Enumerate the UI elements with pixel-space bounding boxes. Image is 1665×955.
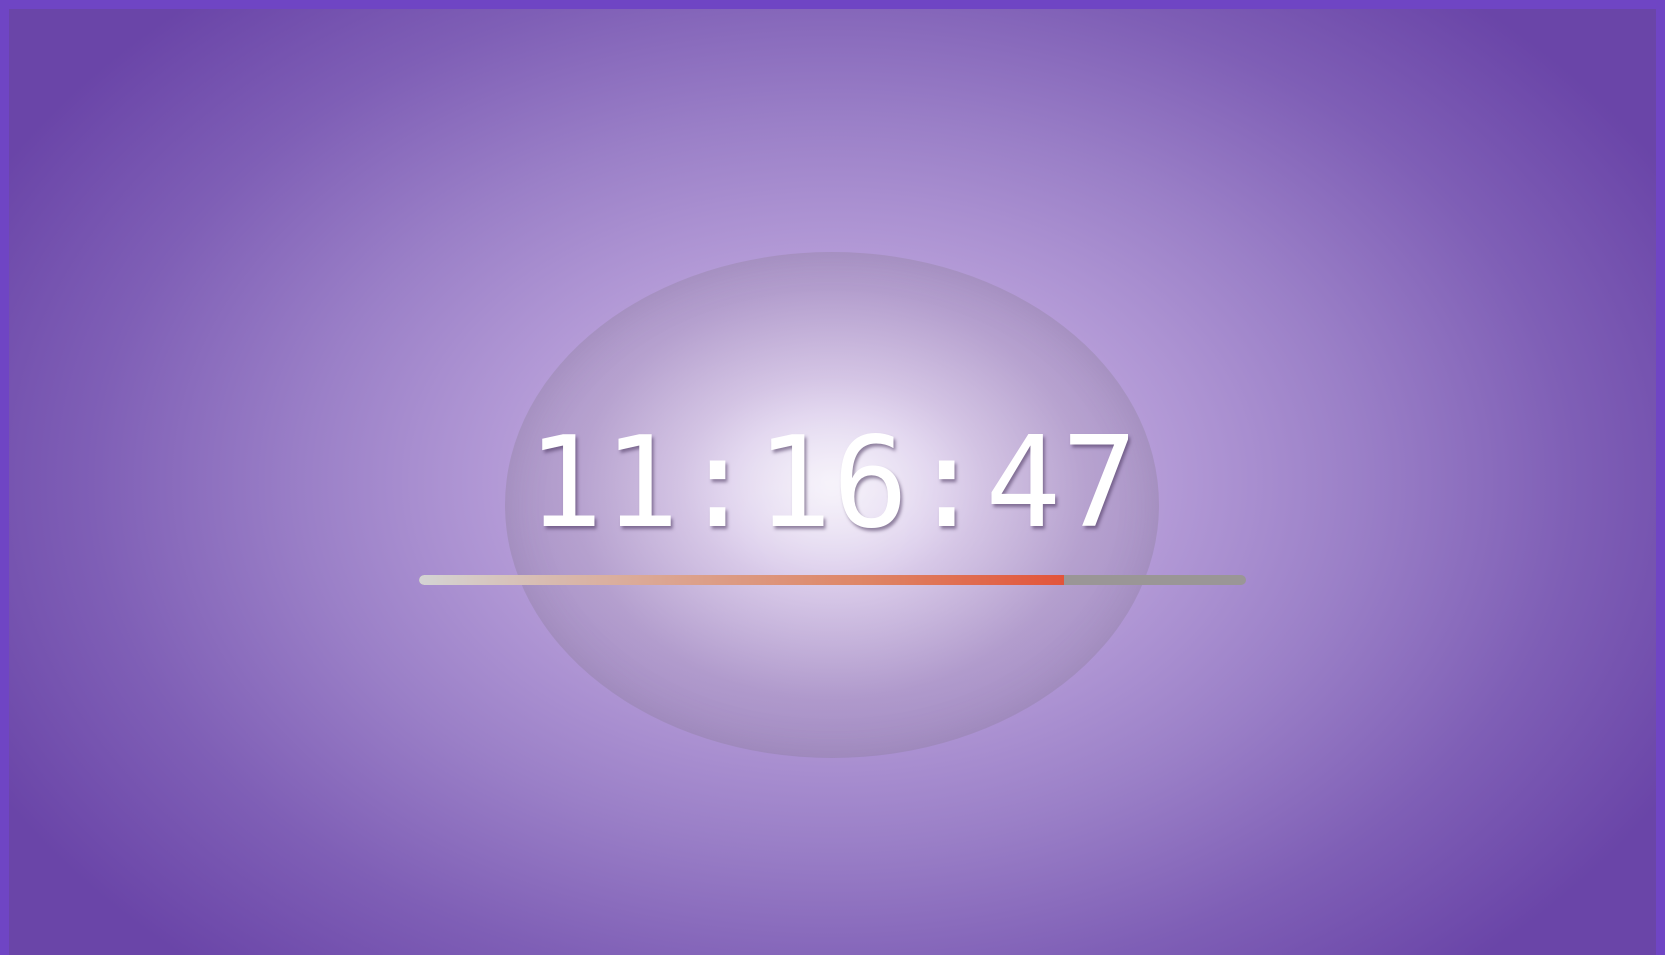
progress-bar [419, 575, 1246, 585]
time-display: 11:16:47 [527, 409, 1138, 556]
clock-background: 11:16:47 [9, 9, 1656, 955]
progress-bar-fill [419, 575, 1065, 585]
